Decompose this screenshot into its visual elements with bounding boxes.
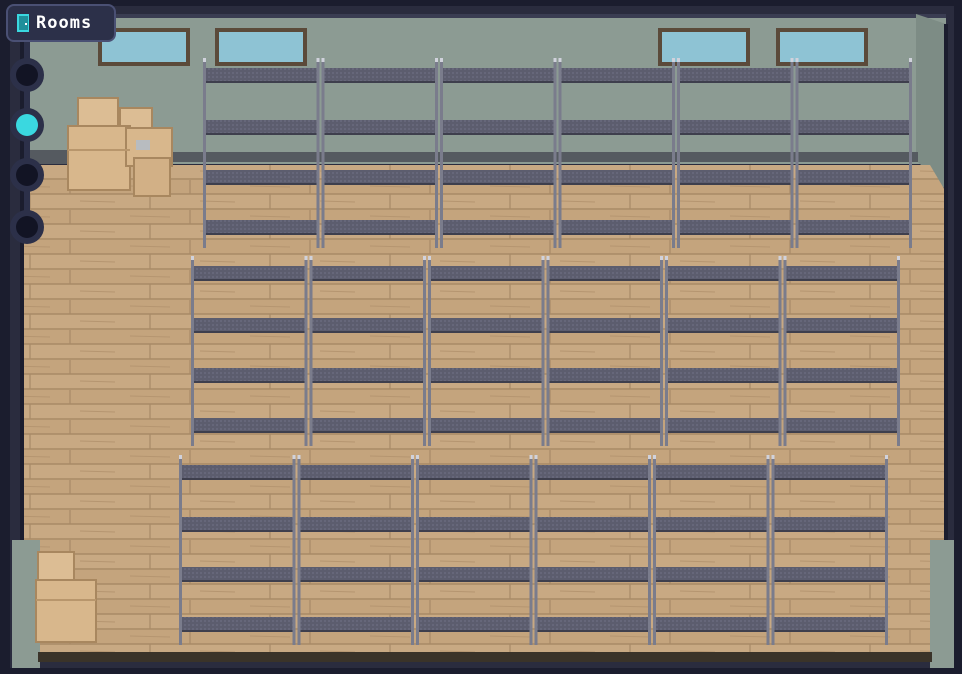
rooms-button[interactable]: Rooms (6, 4, 116, 42)
warehouse-room (0, 0, 962, 674)
wood-floor (22, 165, 946, 660)
door-icon (16, 13, 30, 33)
window (776, 28, 868, 66)
rooms-label: Rooms (36, 13, 93, 33)
room-selector-dot[interactable] (10, 158, 44, 192)
room-selector-dot[interactable] (10, 210, 44, 244)
room-selector-dot[interactable] (10, 108, 44, 142)
window (658, 28, 750, 66)
room-selector-dot[interactable] (10, 58, 44, 92)
window (215, 28, 307, 66)
